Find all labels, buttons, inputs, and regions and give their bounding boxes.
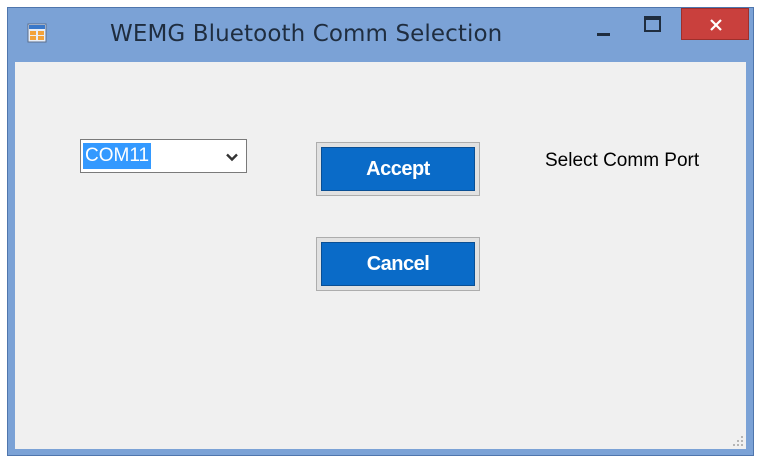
close-button[interactable] [681, 8, 749, 40]
minimize-button[interactable] [586, 10, 622, 40]
window-title: WEMG Bluetooth Comm Selection [110, 21, 503, 47]
application-icon[interactable] [27, 23, 47, 43]
comm-port-dropdown[interactable]: COM11 [80, 139, 247, 173]
accept-button-label: Accept [321, 147, 475, 191]
minimize-icon [597, 33, 610, 36]
select-comm-port-label: Select Comm Port [545, 150, 700, 171]
comm-port-selected-value: COM11 [83, 143, 152, 169]
dialog-window: WEMG Bluetooth Comm Selection COM11 Acce… [7, 7, 754, 456]
dialog-body: COM11 Accept Cancel Select Comm Port [15, 62, 746, 449]
title-bar[interactable]: WEMG Bluetooth Comm Selection [8, 8, 753, 62]
chevron-down-icon[interactable] [226, 153, 238, 162]
resize-grip-icon[interactable] [732, 435, 744, 447]
cancel-button[interactable]: Cancel [316, 237, 480, 291]
maximize-icon [644, 16, 661, 32]
accept-button[interactable]: Accept [316, 142, 480, 196]
close-icon [710, 19, 722, 31]
maximize-button[interactable] [633, 10, 669, 40]
cancel-button-label: Cancel [321, 242, 475, 286]
